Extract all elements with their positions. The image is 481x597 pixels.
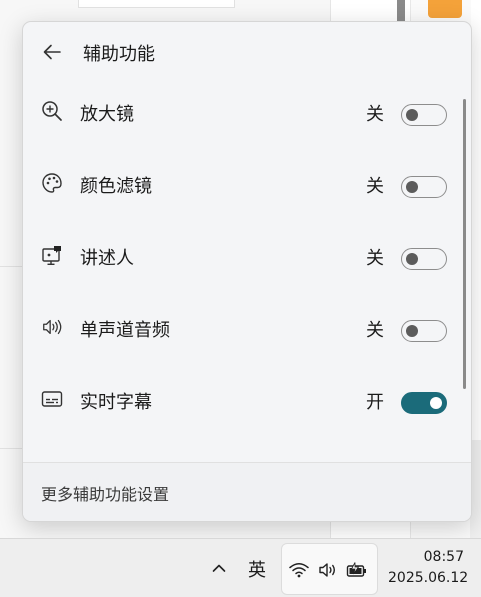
row-label: 放大镜 [80, 104, 134, 125]
chevron-up-icon [212, 564, 226, 572]
clock-date[interactable]: 2025.06.12 [388, 570, 468, 586]
row-live-captions[interactable]: 实时字幕 开 [23, 368, 455, 428]
toggle-state-text: 关 [366, 320, 384, 341]
row-partial[interactable] [23, 440, 455, 462]
row-color-filters[interactable]: 颜色滤镜 关 [23, 152, 455, 212]
battery-charging-icon [346, 559, 368, 581]
toggle-state-text: 关 [366, 104, 384, 125]
accessibility-flyout: 辅助功能 放大镜 关 颜色滤镜 关 讲述人 关 单声道音频 关 实时字幕 开 更… [22, 21, 472, 522]
quick-settings-button[interactable] [281, 543, 378, 595]
flyout-header: 辅助功能 [23, 22, 471, 80]
toggle-knob [430, 397, 442, 409]
toggle-knob [406, 253, 418, 265]
color-filters-toggle[interactable] [401, 176, 447, 198]
flyout-title: 辅助功能 [83, 44, 155, 65]
wifi-icon [288, 559, 310, 581]
toggle-state-text: 关 [366, 176, 384, 197]
live-captions-toggle[interactable] [401, 392, 447, 414]
row-magnifier[interactable]: 放大镜 关 [23, 80, 455, 140]
toggle-state-text: 开 [366, 392, 384, 413]
mono-audio-icon [41, 316, 63, 338]
arrow-left-icon [43, 44, 61, 60]
palette-icon [41, 172, 63, 194]
captions-icon [41, 388, 63, 410]
narrator-icon [41, 244, 63, 266]
back-button[interactable] [37, 38, 67, 66]
flyout-footer: 更多辅助功能设置 [23, 462, 471, 521]
background-divider [0, 266, 22, 267]
row-narrator[interactable]: 讲述人 关 [23, 224, 455, 284]
show-hidden-icons-button[interactable] [207, 556, 231, 580]
accessibility-list[interactable]: 放大镜 关 颜色滤镜 关 讲述人 关 单声道音频 关 实时字幕 开 [23, 74, 471, 462]
taskbar: 英 08:57 2025.06.12 [0, 538, 481, 597]
flyout-scrollbar[interactable] [463, 99, 466, 389]
more-accessibility-settings-link[interactable]: 更多辅助功能设置 [41, 481, 169, 505]
clock-time[interactable]: 08:57 [412, 549, 464, 565]
row-label: 实时字幕 [80, 392, 152, 413]
row-label: 单声道音频 [80, 320, 170, 341]
toggle-state-text: 关 [366, 248, 384, 269]
row-mono-audio[interactable]: 单声道音频 关 [23, 296, 455, 356]
mono-audio-toggle[interactable] [401, 320, 447, 342]
volume-icon [317, 559, 339, 581]
input-method-indicator[interactable]: 英 [248, 556, 266, 582]
background-element [78, 0, 235, 8]
toggle-knob [406, 109, 418, 121]
toggle-knob [406, 325, 418, 337]
narrator-toggle[interactable] [401, 248, 447, 270]
magnifier-toggle[interactable] [401, 104, 447, 126]
background-divider [0, 448, 22, 449]
background-scroll-thumb [397, 0, 405, 22]
row-label: 颜色滤镜 [80, 176, 152, 197]
magnifier-icon [41, 100, 63, 122]
toggle-knob [406, 181, 418, 193]
background-app-icon [428, 0, 462, 18]
row-label: 讲述人 [80, 248, 134, 269]
